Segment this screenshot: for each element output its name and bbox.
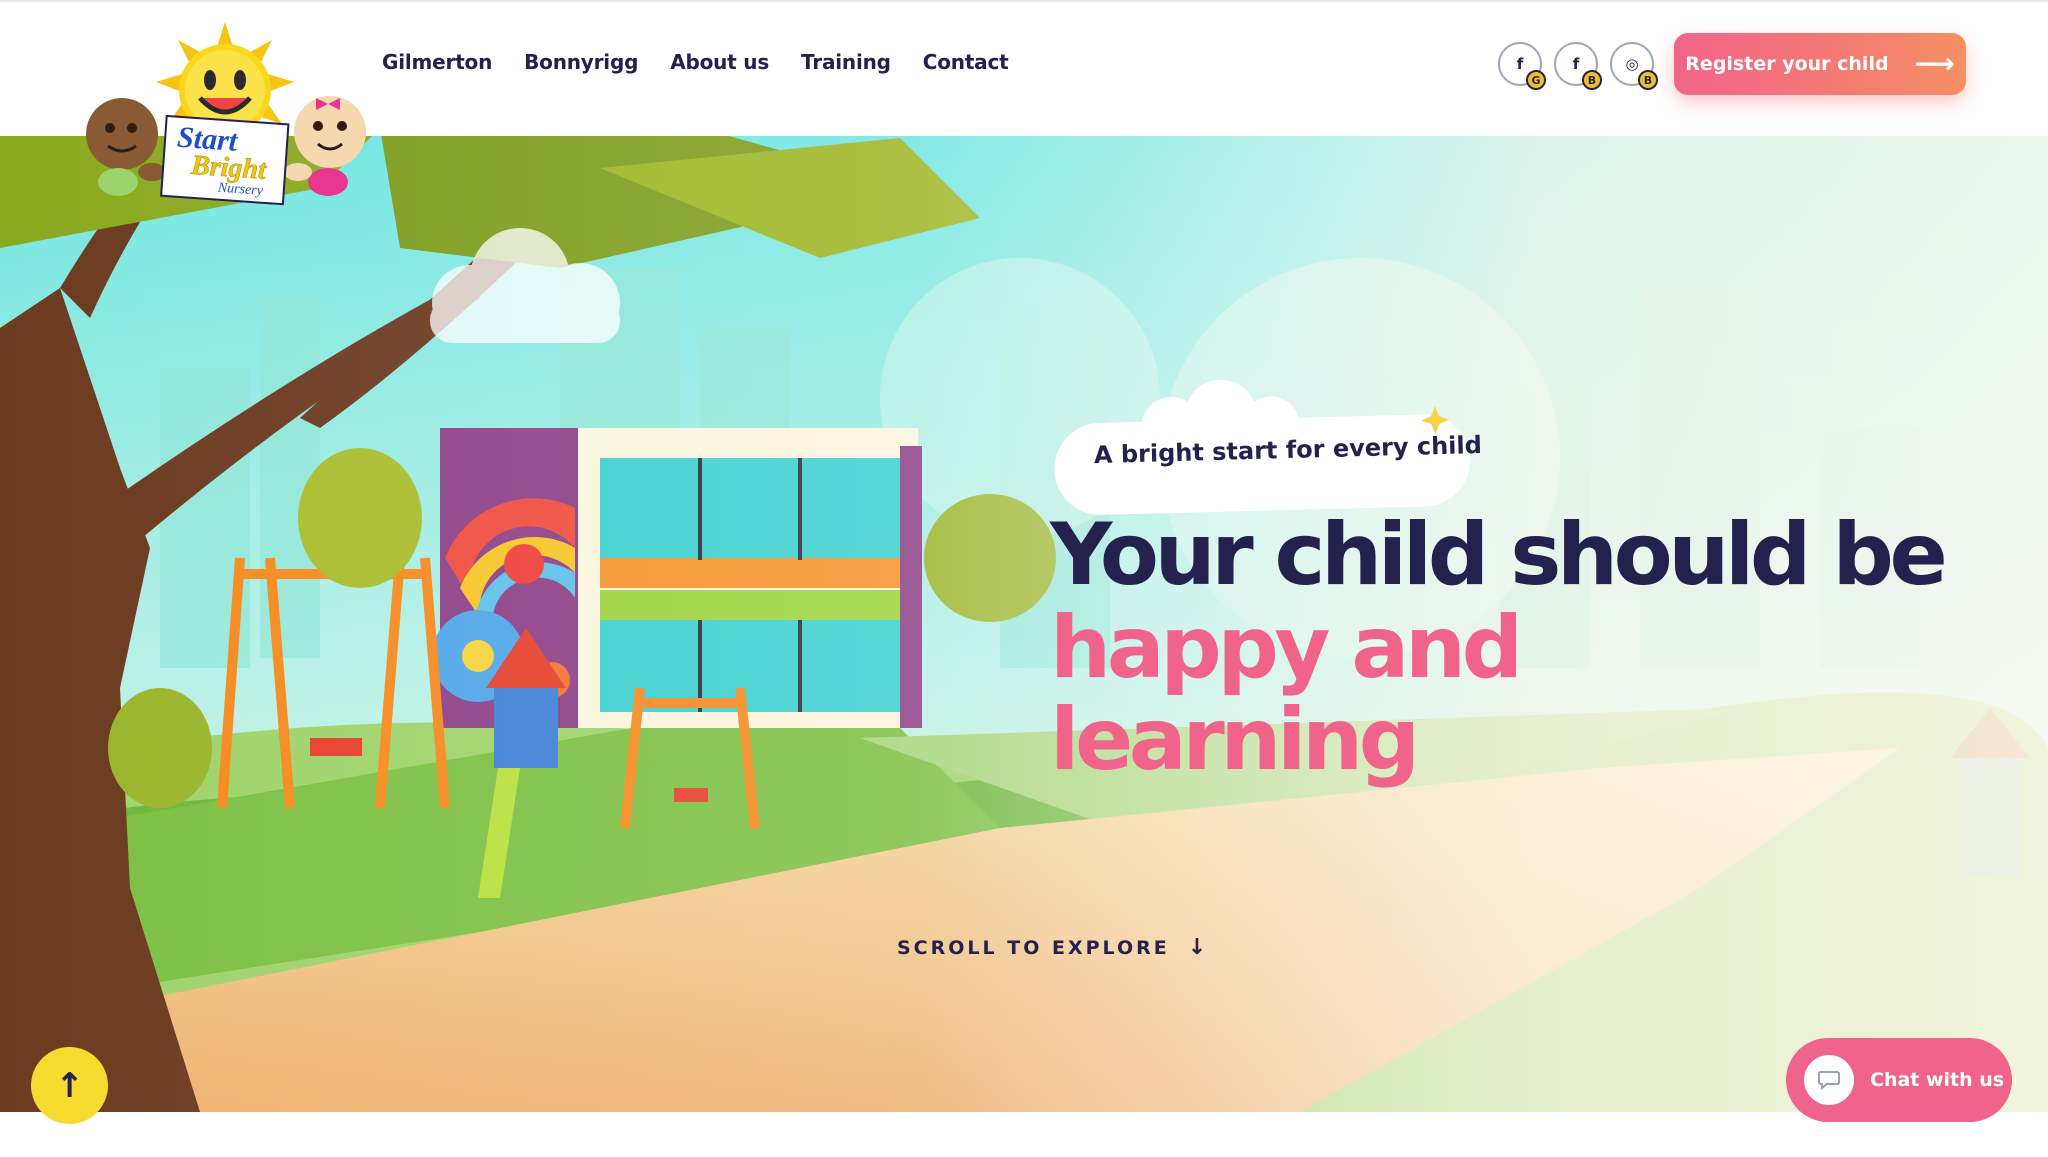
nav-item-gilmerton[interactable]: Gilmerton <box>382 50 492 74</box>
arrow-up-icon: ↑ <box>55 1065 84 1106</box>
social-tag: B <box>1638 70 1658 90</box>
scroll-to-explore-link[interactable]: SCROLL TO EXPLORE ↓ <box>897 935 1206 960</box>
social-tag: B <box>1582 70 1602 90</box>
scroll-label: SCROLL TO EXPLORE <box>897 936 1170 959</box>
main-nav: Gilmerton Bonnyrigg About us Training Co… <box>382 50 1009 74</box>
nav-item-bonnyrigg[interactable]: Bonnyrigg <box>524 50 638 74</box>
arrow-right-icon: ⟶ <box>1914 47 1955 80</box>
tagline-badge: A bright start for every child <box>1051 379 1525 515</box>
tagline-text: A bright start for every child <box>1093 430 1483 470</box>
chat-with-us-button[interactable]: Chat with us <box>1786 1038 2012 1122</box>
baby-right-icon <box>284 96 366 196</box>
instagram-bonnyrigg-link[interactable]: ◎ B <box>1610 42 1658 90</box>
nav-item-about-us[interactable]: About us <box>670 50 769 74</box>
baby-left-icon <box>86 98 166 196</box>
nav-item-contact[interactable]: Contact <box>923 50 1009 74</box>
start-bright-logo[interactable]: Start Bright Nursery <box>72 22 382 212</box>
page-bottom-strip <box>0 1112 2048 1157</box>
facebook-gilmerton-link[interactable]: f G <box>1498 42 1546 90</box>
chat-label: Chat with us <box>1870 1069 2005 1091</box>
back-to-top-button[interactable]: ↑ <box>31 1047 108 1124</box>
social-tag: G <box>1526 70 1546 90</box>
register-your-child-button[interactable]: Register your child ⟶ <box>1674 33 1966 95</box>
chat-bubble-icon <box>1804 1055 1854 1105</box>
hero-section: A bright start for every child Your chil… <box>0 128 2048 1112</box>
headline-line-2: happy and learning <box>1050 598 1523 790</box>
arrow-down-icon: ↓ <box>1187 935 1207 960</box>
hero-headline: Your child should be happy and learning <box>1050 505 1948 790</box>
facebook-icon: f <box>1516 55 1524 73</box>
nav-item-training[interactable]: Training <box>801 50 891 74</box>
headline-line-1: Your child should be <box>1050 505 1948 605</box>
facebook-bonnyrigg-link[interactable]: f B <box>1554 42 1602 90</box>
instagram-icon: ◎ <box>1625 55 1639 73</box>
register-label: Register your child <box>1685 53 1889 75</box>
facebook-icon: f <box>1572 55 1580 73</box>
social-links: f G f B ◎ B <box>1498 42 1658 90</box>
